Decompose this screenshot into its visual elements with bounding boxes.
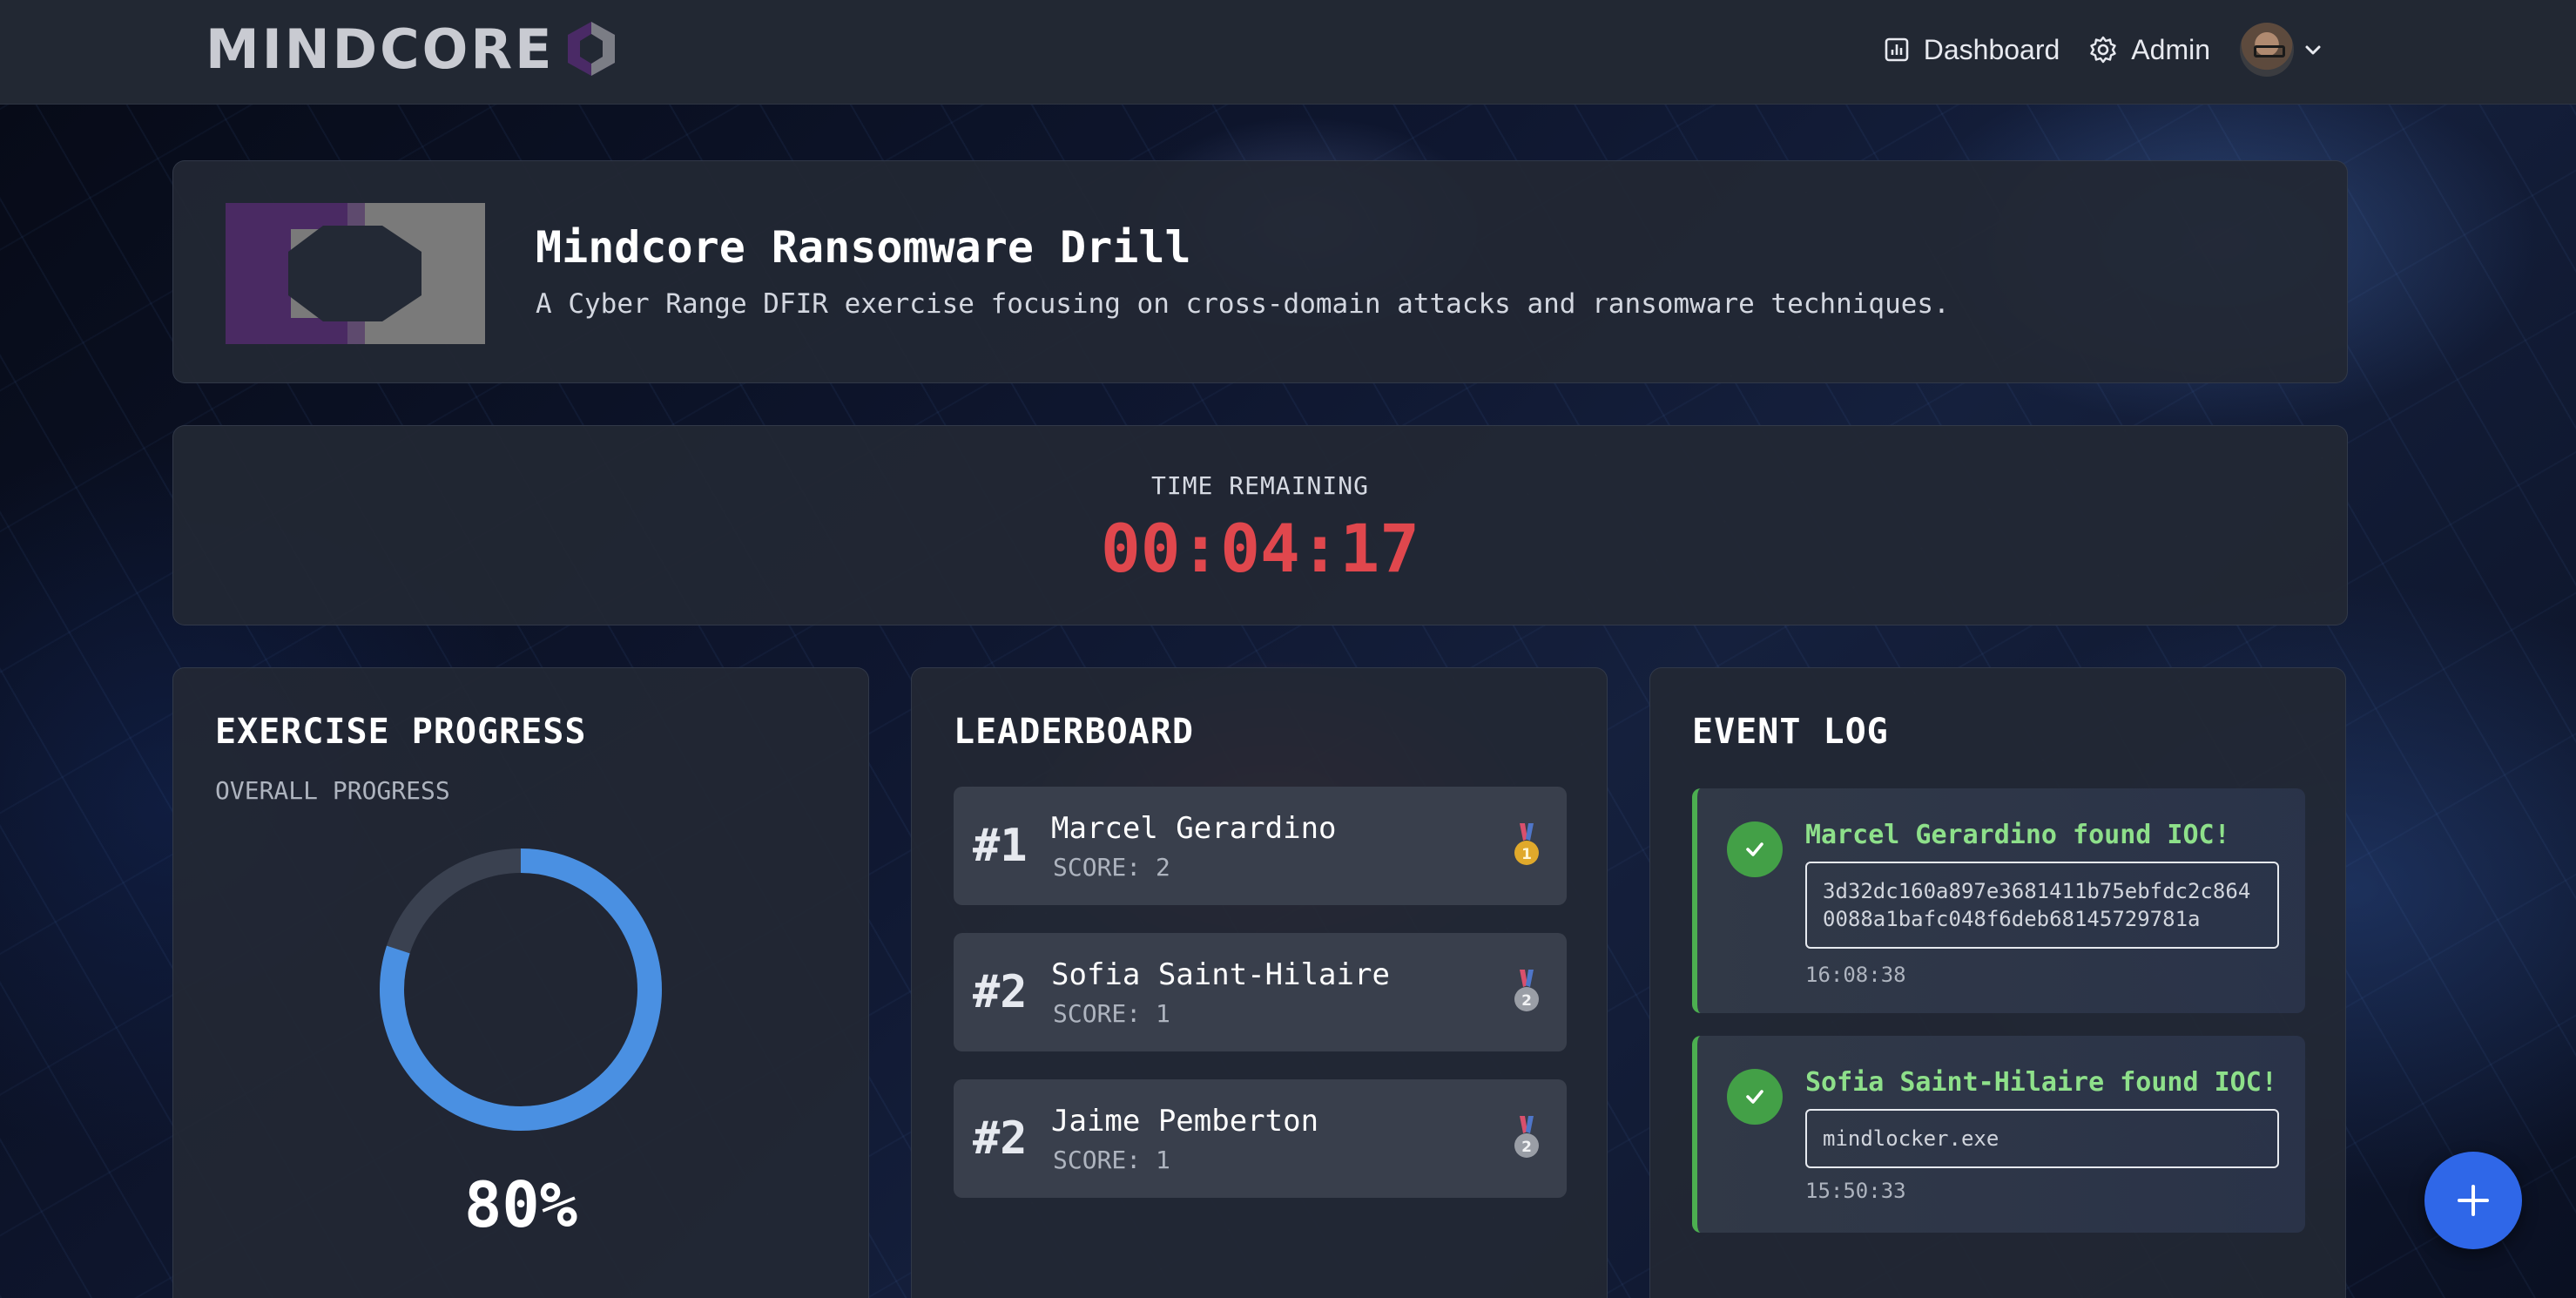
nav-dashboard-label: Dashboard bbox=[1923, 33, 2060, 65]
event-title: Marcel Gerardino found IOC! bbox=[1805, 820, 2230, 850]
plus-icon bbox=[2458, 1185, 2489, 1216]
leaderboard-title: LEADERBOARD bbox=[954, 712, 1194, 752]
exercise-description: A Cyber Range DFIR exercise focusing on … bbox=[536, 288, 1950, 320]
leaderboard-name: Marcel Gerardino bbox=[1051, 811, 1337, 846]
leaderboard-score: SCORE: 2 bbox=[1053, 853, 1170, 882]
chevron-down-icon bbox=[2305, 45, 2321, 55]
brand-logo[interactable]: MINDCORE bbox=[206, 17, 620, 81]
nav-admin-label: Admin bbox=[2131, 33, 2210, 65]
brand-hexagon-icon bbox=[568, 22, 616, 76]
nav-admin[interactable]: Admin bbox=[2089, 34, 2210, 66]
top-navbar: MINDCORE Dashboard Admin bbox=[0, 0, 2576, 105]
timer-card: TIME REMAINING 00:04:17 bbox=[172, 425, 2348, 625]
leaderboard-row[interactable]: #2 Sofia Saint-Hilaire SCORE: 1 2 bbox=[954, 933, 1567, 1051]
silver-medal-icon: 2 bbox=[1514, 970, 1539, 1011]
event-log-item: Sofia Saint-Hilaire found IOC! mindlocke… bbox=[1692, 1036, 2305, 1233]
exercise-logo bbox=[226, 203, 485, 344]
leaderboard-row[interactable]: #2 Jaime Pemberton SCORE: 1 2 bbox=[954, 1079, 1567, 1198]
leaderboard-rank: #2 bbox=[973, 966, 1028, 1018]
exercise-header-card: Mindcore Ransomware Drill A Cyber Range … bbox=[172, 160, 2348, 383]
main-nav: Dashboard Admin bbox=[1884, 19, 2323, 80]
leaderboard-rank: #2 bbox=[973, 1112, 1028, 1165]
progress-subtitle: OVERALL PROGRESS bbox=[215, 776, 450, 805]
check-icon bbox=[1727, 821, 1783, 877]
progress-percent: 80% bbox=[463, 1168, 578, 1241]
user-menu[interactable] bbox=[2240, 23, 2323, 77]
add-button[interactable] bbox=[2424, 1152, 2522, 1249]
bar-chart-icon bbox=[1885, 37, 1909, 62]
progress-donut bbox=[380, 848, 662, 1131]
avatar[interactable] bbox=[2240, 23, 2294, 77]
leaderboard-card: LEADERBOARD #1 Marcel Gerardino SCORE: 2… bbox=[911, 667, 1608, 1298]
event-log-card: EVENT LOG Marcel Gerardino found IOC! 3d… bbox=[1649, 667, 2346, 1298]
medal-number: 2 bbox=[1521, 992, 1532, 1010]
progress-title: EXERCISE PROGRESS bbox=[215, 712, 587, 752]
timer-label: TIME REMAINING bbox=[1150, 471, 1369, 500]
gear-icon bbox=[2090, 36, 2116, 64]
event-log-title: EVENT LOG bbox=[1692, 712, 1889, 752]
leaderboard-name: Jaime Pemberton bbox=[1051, 1104, 1319, 1139]
gold-medal-icon: 1 bbox=[1514, 823, 1539, 865]
ioc-value[interactable]: 3d32dc160a897e3681411b75ebfdc2c8640088a1… bbox=[1805, 862, 2279, 949]
ioc-value[interactable]: mindlocker.exe bbox=[1805, 1109, 2279, 1168]
leaderboard-score: SCORE: 1 bbox=[1053, 999, 1170, 1028]
timer-value: 00:04:17 bbox=[1100, 510, 1420, 587]
silver-medal-icon: 2 bbox=[1514, 1116, 1539, 1158]
nav-dashboard[interactable]: Dashboard bbox=[1884, 34, 2060, 66]
event-time: 15:50:33 bbox=[1805, 1179, 1906, 1203]
leaderboard-score: SCORE: 1 bbox=[1053, 1146, 1170, 1174]
event-time: 16:08:38 bbox=[1805, 963, 1906, 987]
medal-number: 2 bbox=[1521, 1139, 1532, 1156]
event-title: Sofia Saint-Hilaire found IOC! bbox=[1805, 1067, 2277, 1098]
exercise-title: Mindcore Ransomware Drill bbox=[536, 222, 1191, 273]
leaderboard-name: Sofia Saint-Hilaire bbox=[1051, 957, 1390, 992]
brand-name: MINDCORE bbox=[206, 17, 555, 81]
leaderboard-rank: #1 bbox=[973, 820, 1028, 872]
medal-number: 1 bbox=[1521, 846, 1532, 863]
check-icon bbox=[1727, 1069, 1783, 1125]
leaderboard-row[interactable]: #1 Marcel Gerardino SCORE: 2 1 bbox=[954, 787, 1567, 905]
exercise-progress-card: EXERCISE PROGRESS OVERALL PROGRESS 80% bbox=[172, 667, 869, 1298]
event-log-item: Marcel Gerardino found IOC! 3d32dc160a89… bbox=[1692, 788, 2305, 1013]
